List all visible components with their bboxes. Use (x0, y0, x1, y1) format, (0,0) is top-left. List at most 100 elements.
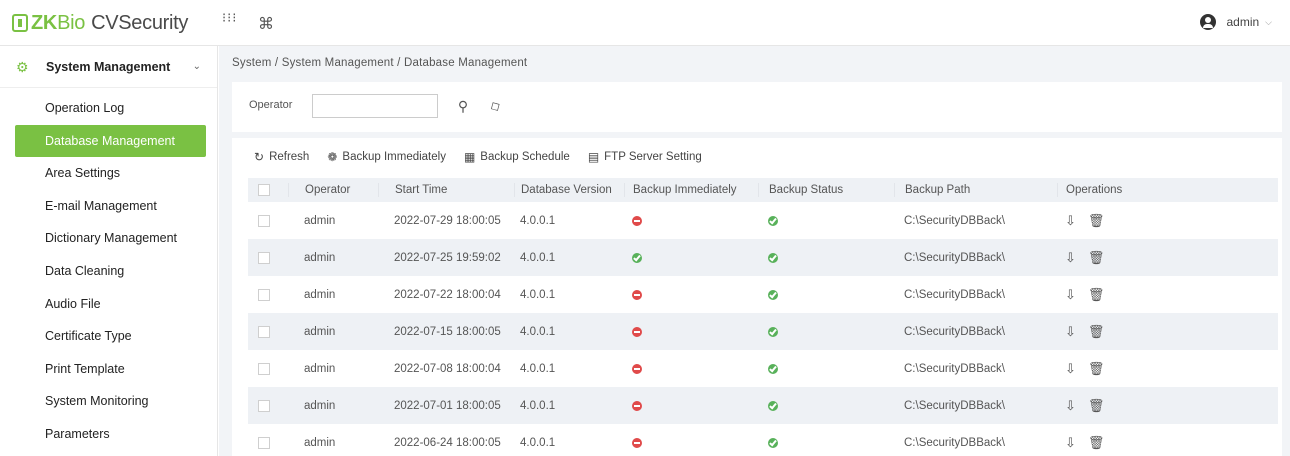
table-row[interactable]: admin 2022-07-22 18:00:04 4.0.0.1 C:\Securi… (248, 276, 1278, 313)
success-icon (768, 437, 778, 448)
column-header-backup-status[interactable]: Backup Status (758, 183, 894, 197)
search-icon[interactable]: ⚲ (452, 95, 474, 117)
cell-start-time: 2022-07-08 18:00:04 (394, 362, 501, 375)
cell-database-version: 4.0.0.1 (520, 251, 556, 264)
download-icon[interactable]: ⇩ (1065, 213, 1076, 229)
failure-icon (632, 326, 642, 337)
download-icon[interactable]: ⇩ (1065, 398, 1076, 414)
cell-operator: admin (304, 288, 336, 301)
sidebar-item-database-management[interactable]: Database Management (15, 124, 206, 157)
cell-operator: admin (304, 325, 336, 338)
operator-input[interactable] (312, 94, 438, 118)
table-row[interactable]: admin 2022-07-25 19:59:02 4.0.0.1 C:\Securi… (248, 239, 1278, 276)
cell-backup-status (758, 202, 894, 239)
refresh-label: Refresh (269, 151, 310, 163)
table-row[interactable]: admin 2022-07-08 18:00:04 4.0.0.1 C:\Securi… (248, 350, 1278, 387)
column-header-backup-path[interactable]: Backup Path (894, 183, 1057, 197)
cell-backup-immediately (624, 239, 758, 276)
cell-backup-status (758, 239, 894, 276)
refresh-icon: ↻ (254, 150, 265, 164)
column-header-start-time[interactable]: Start Time (378, 183, 514, 197)
sidebar-item-certificate-type[interactable]: Certificate Type (15, 320, 206, 352)
refresh-button[interactable]: ↻ Refresh (254, 150, 309, 164)
zkbio-logo[interactable]: ZKBio CVSecurity (12, 10, 188, 36)
backup-immediately-button[interactable]: ❁ Backup Immediately (327, 150, 446, 164)
success-icon (768, 400, 778, 411)
user-menu[interactable]: admin ⌵ (1200, 14, 1272, 30)
select-all-checkbox[interactable] (258, 184, 270, 196)
sidebar-item-data-cleaning[interactable]: Data Cleaning (15, 255, 206, 287)
sidebar-item-print-template[interactable]: Print Template (15, 353, 206, 385)
table-body: admin 2022-07-29 18:00:05 4.0.0.1 C:\Securi… (248, 202, 1278, 456)
cell-backup-status (758, 424, 894, 456)
sidebar-item-e-mail-management[interactable]: E-mail Management (15, 190, 206, 222)
download-icon[interactable]: ⇩ (1065, 435, 1076, 451)
row-checkbox[interactable] (258, 436, 270, 449)
delete-icon[interactable]: 🗑 (1088, 213, 1105, 229)
success-icon (768, 252, 778, 263)
cell-database-version: 4.0.0.1 (520, 362, 556, 375)
success-icon (768, 326, 778, 337)
table-row[interactable]: admin 2022-07-01 18:00:05 4.0.0.1 C:\Securi… (248, 387, 1278, 424)
cell-backup-immediately (624, 313, 758, 350)
column-header-operator[interactable]: Operator (288, 183, 378, 197)
cell-database-version: 4.0.0.1 (520, 436, 556, 449)
download-icon[interactable]: ⇩ (1065, 324, 1076, 340)
delete-icon[interactable]: 🗑 (1088, 398, 1105, 414)
delete-icon[interactable]: 🗑 (1088, 361, 1105, 377)
sidebar-item-dictionary-management[interactable]: Dictionary Management (15, 222, 206, 254)
cell-backup-status (758, 276, 894, 313)
sidebar-item-operation-log[interactable]: Operation Log (15, 92, 206, 124)
backup-immediately-label: Backup Immediately (342, 151, 446, 163)
command-icon[interactable]: ⌘ (258, 14, 274, 34)
row-checkbox[interactable] (258, 214, 270, 227)
cell-start-time: 2022-07-29 18:00:05 (394, 214, 501, 227)
table-row[interactable]: admin 2022-06-24 18:00:05 4.0.0.1 C:\Securi… (248, 424, 1278, 456)
sidebar: ⚙ System Management ⌄ Operation Log Datab… (0, 46, 218, 456)
row-checkbox[interactable] (258, 251, 270, 264)
database-panel: ↻ Refresh ❁ Backup Immediately ▦ Backup … (232, 138, 1282, 456)
sidebar-item-audio-file[interactable]: Audio File (15, 288, 206, 320)
delete-icon[interactable]: 🗑 (1088, 287, 1105, 303)
delete-icon[interactable]: 🗑 (1088, 250, 1105, 266)
module-label: System Management (46, 59, 171, 74)
breadcrumb: System / System Management / Database Ma… (232, 57, 528, 69)
table-row[interactable]: admin 2022-07-29 18:00:05 4.0.0.1 C:\Securi… (248, 202, 1278, 239)
download-icon[interactable]: ⇩ (1065, 361, 1076, 377)
column-header-backup-immediately[interactable]: Backup Immediately (624, 183, 758, 197)
user-avatar-icon (1200, 14, 1217, 30)
download-icon[interactable]: ⇩ (1065, 287, 1076, 303)
delete-icon[interactable]: 🗑 (1088, 435, 1105, 451)
download-icon[interactable]: ⇩ (1065, 250, 1076, 266)
cell-backup-path: C:\SecurityDBBack\ (904, 214, 1005, 227)
sidebar-item-area-settings[interactable]: Area Settings (15, 157, 206, 189)
row-checkbox[interactable] (258, 325, 270, 338)
column-header-database-version[interactable]: Database Version (514, 183, 624, 197)
backup-icon: ❁ (327, 150, 338, 164)
sidebar-item-parameters[interactable]: Parameters (15, 418, 206, 450)
cell-backup-status (758, 350, 894, 387)
grid-icon[interactable]: ⁝⁝⁝ (222, 11, 237, 24)
cell-operations: ⇩ 🗑 (1057, 239, 1278, 276)
cell-database-version: 4.0.0.1 (520, 288, 556, 301)
toolbar: ↻ Refresh ❁ Backup Immediately ▦ Backup … (254, 150, 720, 164)
logo-product-text: CVSecurity (91, 11, 189, 34)
ftp-server-setting-label: FTP Server Setting (604, 151, 702, 163)
backup-schedule-button[interactable]: ▦ Backup Schedule (464, 150, 570, 164)
row-checkbox[interactable] (258, 288, 270, 301)
sidebar-item-system-monitoring[interactable]: System Monitoring (15, 385, 206, 417)
table-row[interactable]: admin 2022-07-15 18:00:05 4.0.0.1 C:\Securi… (248, 313, 1278, 350)
cell-start-time: 2022-06-24 18:00:05 (394, 436, 501, 449)
success-icon (768, 215, 778, 226)
row-checkbox[interactable] (258, 362, 270, 375)
cell-start-time: 2022-07-22 18:00:04 (394, 288, 501, 301)
server-icon: ▤ (587, 150, 600, 164)
ftp-server-setting-button[interactable]: ▤ FTP Server Setting (588, 150, 702, 164)
delete-icon[interactable]: 🗑 (1088, 324, 1105, 340)
cell-operator: admin (304, 362, 336, 375)
eraser-icon[interactable]: ◇ (480, 91, 510, 121)
cell-backup-status (758, 313, 894, 350)
row-checkbox[interactable] (258, 399, 270, 412)
success-icon (632, 252, 642, 263)
module-header-system-management[interactable]: ⚙ System Management ⌄ (0, 46, 217, 88)
